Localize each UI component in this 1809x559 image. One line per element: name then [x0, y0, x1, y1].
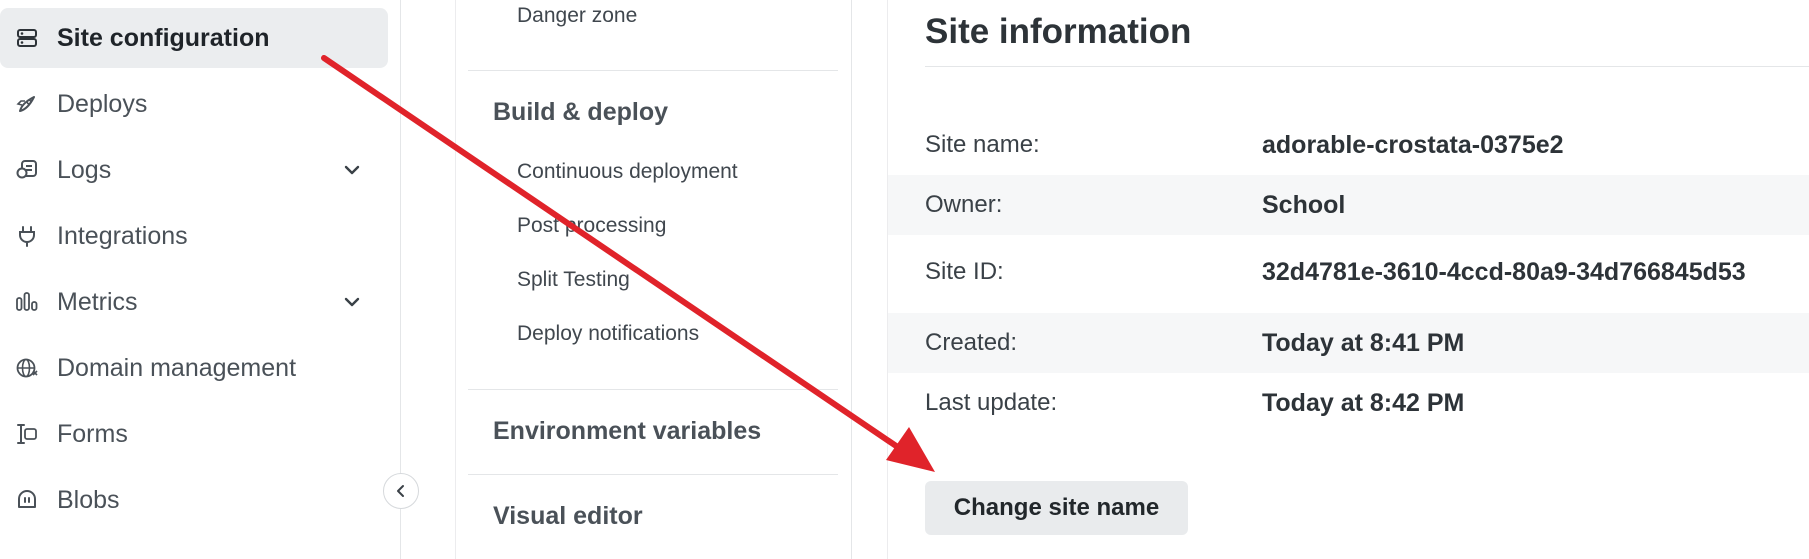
sidebar-item-label: Logs — [57, 155, 112, 184]
info-key: Site ID: — [925, 258, 1004, 285]
nav-link-deploy-notifications[interactable]: Deploy notifications — [517, 322, 699, 346]
change-site-name-button[interactable]: Change site name — [925, 481, 1188, 535]
info-value: Today at 8:41 PM — [1262, 328, 1465, 357]
sidebar-item-label: Blobs — [57, 485, 120, 514]
sidebar-item-metrics[interactable]: Metrics — [0, 272, 388, 332]
info-row-site-name: Site name: adorable-crostata-0375e2 — [888, 115, 1809, 175]
nav-section-visual-editor[interactable]: Visual editor — [493, 502, 643, 531]
sidebar-item-label: Integrations — [57, 221, 188, 250]
settings-nav: Danger zone Build & deploy Continuous de… — [455, 0, 852, 559]
sidebar-item-deploys[interactable]: Deploys — [0, 74, 388, 134]
sidebar-item-integrations[interactable]: Integrations — [0, 206, 388, 266]
divider — [468, 474, 838, 475]
logs-icon — [14, 157, 40, 183]
info-key: Owner: — [925, 191, 1003, 218]
sidebar-item-site-configuration[interactable]: Site configuration — [0, 8, 388, 68]
blob-icon — [14, 487, 40, 513]
collapse-sidebar-button[interactable] — [383, 473, 419, 509]
chevron-left-icon — [397, 485, 404, 497]
sidebar-item-blobs[interactable]: Blobs — [0, 470, 388, 530]
info-row-site-id: Site ID: 32d4781e-3610-4ccd-80a9-34d7668… — [888, 242, 1809, 302]
sidebar-item-forms[interactable]: Forms — [0, 404, 388, 464]
info-row-created: Created: Today at 8:41 PM — [888, 313, 1809, 373]
chevron-down-icon[interactable] — [342, 292, 362, 312]
page-title: Site information — [925, 12, 1192, 51]
nav-link-danger-zone[interactable]: Danger zone — [517, 4, 637, 28]
sidebar-item-domain-management[interactable]: Domain management — [0, 338, 388, 398]
sidebar-item-label: Metrics — [57, 287, 138, 316]
globe-icon — [14, 355, 40, 381]
info-key: Site name: — [925, 131, 1040, 158]
info-value: School — [1262, 190, 1346, 219]
server-icon — [14, 25, 40, 51]
nav-section-build-deploy[interactable]: Build & deploy — [493, 98, 668, 127]
info-value: adorable-crostata-0375e2 — [1262, 130, 1564, 159]
info-row-last-update: Last update: Today at 8:42 PM — [888, 373, 1809, 433]
nav-link-continuous-deployment[interactable]: Continuous deployment — [517, 160, 738, 184]
sidebar-item-label: Deploys — [57, 89, 148, 118]
info-key: Created: — [925, 329, 1018, 356]
chevron-down-icon[interactable] — [342, 160, 362, 180]
sidebar-item-label: Forms — [57, 419, 128, 448]
divider — [468, 70, 838, 71]
info-row-owner: Owner: School — [888, 175, 1809, 235]
sidebar-item-label: Site configuration — [57, 23, 270, 52]
nav-section-environment-variables[interactable]: Environment variables — [493, 417, 761, 446]
divider — [468, 389, 838, 390]
rocket-icon — [14, 91, 40, 117]
divider — [925, 66, 1809, 67]
plug-icon — [14, 223, 40, 249]
sidebar: Site configuration Deploys Logs Integrat… — [0, 0, 419, 559]
info-value: 32d4781e-3610-4ccd-80a9-34d766845d53 — [1262, 257, 1746, 286]
sidebar-item-label: Domain management — [57, 353, 297, 382]
info-key: Last update: — [925, 389, 1058, 416]
nav-link-split-testing[interactable]: Split Testing — [517, 268, 630, 292]
site-information-panel: Site information Site name: adorable-cro… — [887, 0, 1809, 559]
form-icon — [14, 421, 40, 447]
info-value: Today at 8:42 PM — [1262, 388, 1465, 417]
sidebar-item-logs[interactable]: Logs — [0, 140, 388, 200]
bar-chart-icon — [14, 289, 40, 315]
nav-link-post-processing[interactable]: Post processing — [517, 214, 666, 238]
